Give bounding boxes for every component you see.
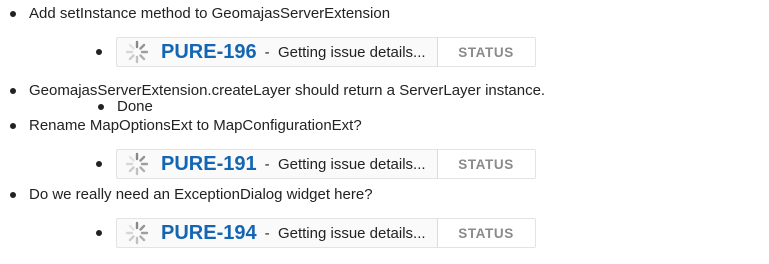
bullet-icon: [10, 123, 16, 129]
jira-issue-link[interactable]: PURE-196: [161, 41, 257, 64]
bullet-icon: [96, 230, 102, 236]
bullet-icon: [96, 49, 102, 55]
jira-separator: -: [264, 155, 270, 173]
status-badge: STATUS: [436, 219, 535, 247]
bullet-icon: [10, 192, 16, 198]
status-badge: STATUS: [436, 38, 535, 66]
list-item-text: Rename MapOptionsExt to MapConfiguration…: [29, 117, 362, 134]
bullet-icon: [96, 161, 102, 167]
jira-separator: -: [264, 224, 270, 242]
jira-issue-link[interactable]: PURE-191: [161, 153, 257, 176]
jira-issue-macro: PURE-191 - Getting issue details... STAT…: [116, 149, 536, 179]
jira-issue-summary: - Getting issue details...: [265, 44, 426, 61]
loading-spinner-icon: [125, 221, 149, 245]
list-item-text: Done: [117, 98, 153, 115]
jira-issue-summary: - Getting issue details...: [265, 156, 426, 173]
jira-summary-text: Getting issue details...: [277, 224, 426, 242]
jira-issue-macro: PURE-194 - Getting issue details... STAT…: [116, 218, 536, 248]
jira-summary-text: Getting issue details...: [277, 43, 426, 61]
list-item-text: Do we really need an ExceptionDialog wid…: [29, 186, 373, 203]
jira-separator: -: [264, 43, 270, 61]
jira-issue-link[interactable]: PURE-194: [161, 222, 257, 245]
loading-spinner-icon: [125, 40, 149, 64]
jira-summary-text: Getting issue details...: [277, 155, 426, 173]
list-item-text: Add setInstance method to GeomajasServer…: [29, 5, 391, 22]
jira-issue-summary: - Getting issue details...: [265, 225, 426, 242]
status-badge: STATUS: [436, 150, 535, 178]
bullet-icon: [10, 11, 16, 17]
loading-spinner-icon: [125, 152, 149, 176]
jira-issue-macro: PURE-196 - Getting issue details... STAT…: [116, 37, 536, 67]
list-item-text: GeomajasServerExtension.createLayer shou…: [29, 82, 546, 99]
bullet-icon: [98, 104, 104, 110]
bullet-icon: [10, 88, 16, 94]
